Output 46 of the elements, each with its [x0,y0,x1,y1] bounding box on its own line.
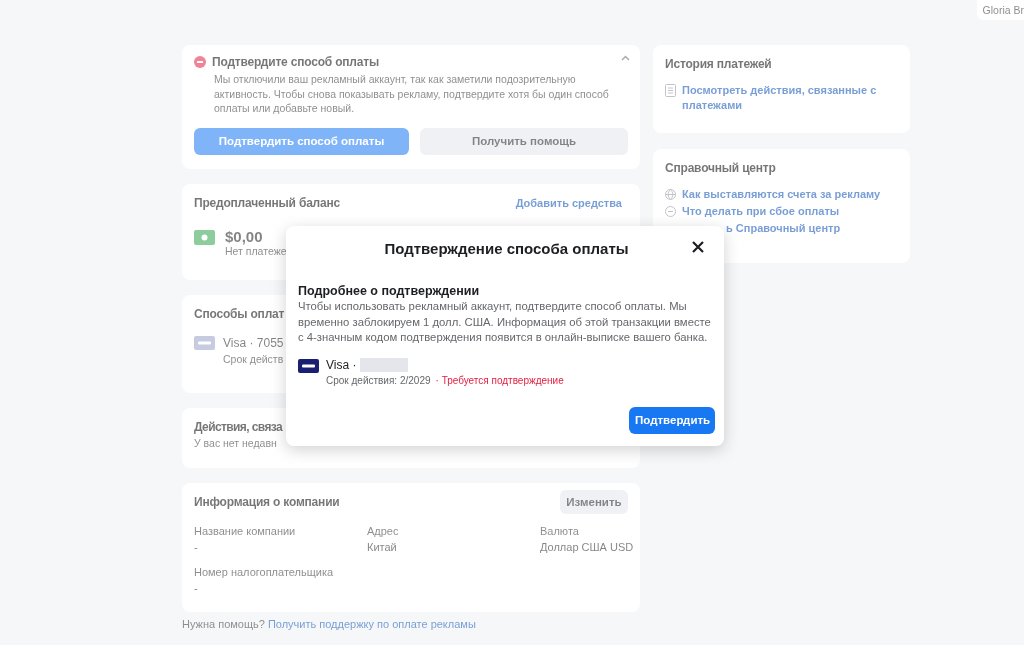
error-icon [194,56,206,68]
verify-button[interactable]: Подтвердить способ оплаты [194,127,409,155]
globe-icon [665,188,676,200]
field-label: Валюта [540,524,579,537]
alert-title: Подтвердите способ оплаты [212,55,379,69]
payment-history-link[interactable]: Посмотреть действия, связанные с платежами [682,83,898,113]
card-label: Visa · 7055 [223,335,284,350]
balance-title: Предоплаченный баланс [194,195,341,210]
card-expiry: Срок действ [223,352,284,365]
card-label: Visa · [326,357,357,372]
alert-message: Мы отключили ваш рекламный аккаунт, так как заметили подозрительную активность. Чтобы снова показывать рекламу, подтвердите хотя бы один способ оплаты или добавьте новый. [214,72,610,116]
dialog-text: Чтобы использовать рекламный аккаунт, подтвердите способ оплаты. Мы временно заблокируем 1 долл. США. Информация об этой транзакции вместе с 4-значным кодом подтверждения появится в онлайн-выписке вашего банка. [298,299,712,345]
activity-note: У вас нет недавн [194,436,277,449]
field-value: Доллар США USD [540,540,634,553]
field-label: Номер налогоплательщика [194,565,334,578]
balance-note: Нет платеже [225,244,287,257]
document-icon [665,83,676,97]
field-value: - [194,540,198,553]
verification-status: · Требуется подтверждение [435,374,564,386]
redacted-number [360,357,409,372]
field-value: - [194,581,198,594]
dialog-title: Подтверждение способа оплаты [384,239,629,257]
field-value: Китай [367,540,397,553]
cash-icon [194,227,215,245]
close-icon[interactable] [691,240,705,254]
help-link[interactable]: Как выставляются счета за рекламу [682,188,881,200]
payment-methods-title: Способы оплат [194,306,285,321]
dialog-subtitle: Подробнее о подтверждении [298,284,481,298]
help-link[interactable]: ь Справочный центр [726,222,841,234]
activity-title: Действия, связа [194,419,283,434]
add-funds-link[interactable]: Добавить средства [515,196,622,209]
account-name[interactable]: Gloria Br [976,0,1024,20]
support-link[interactable]: Получить поддержку по оплате рекламы [267,617,476,630]
help-prompt: Нужна помощь? [182,617,265,630]
company-info-title: Информация о компании [194,494,340,509]
minus-circle-icon [665,205,676,217]
balance-amount: $0,00 [225,227,263,245]
confirm-button[interactable]: Подтвердить [629,406,715,434]
help-button[interactable]: Получить помощь [420,127,628,155]
help-link[interactable]: Что делать при сбое оплаты [682,205,840,217]
edit-button[interactable]: Изменить [560,489,628,514]
field-label: Адрес [367,524,399,537]
payment-history-title: История платежей [665,57,772,71]
help-center-title: Справочный центр [665,161,776,175]
card-expiry: Срок действия: 2/2029 [326,374,431,386]
field-label: Название компании [194,524,296,537]
